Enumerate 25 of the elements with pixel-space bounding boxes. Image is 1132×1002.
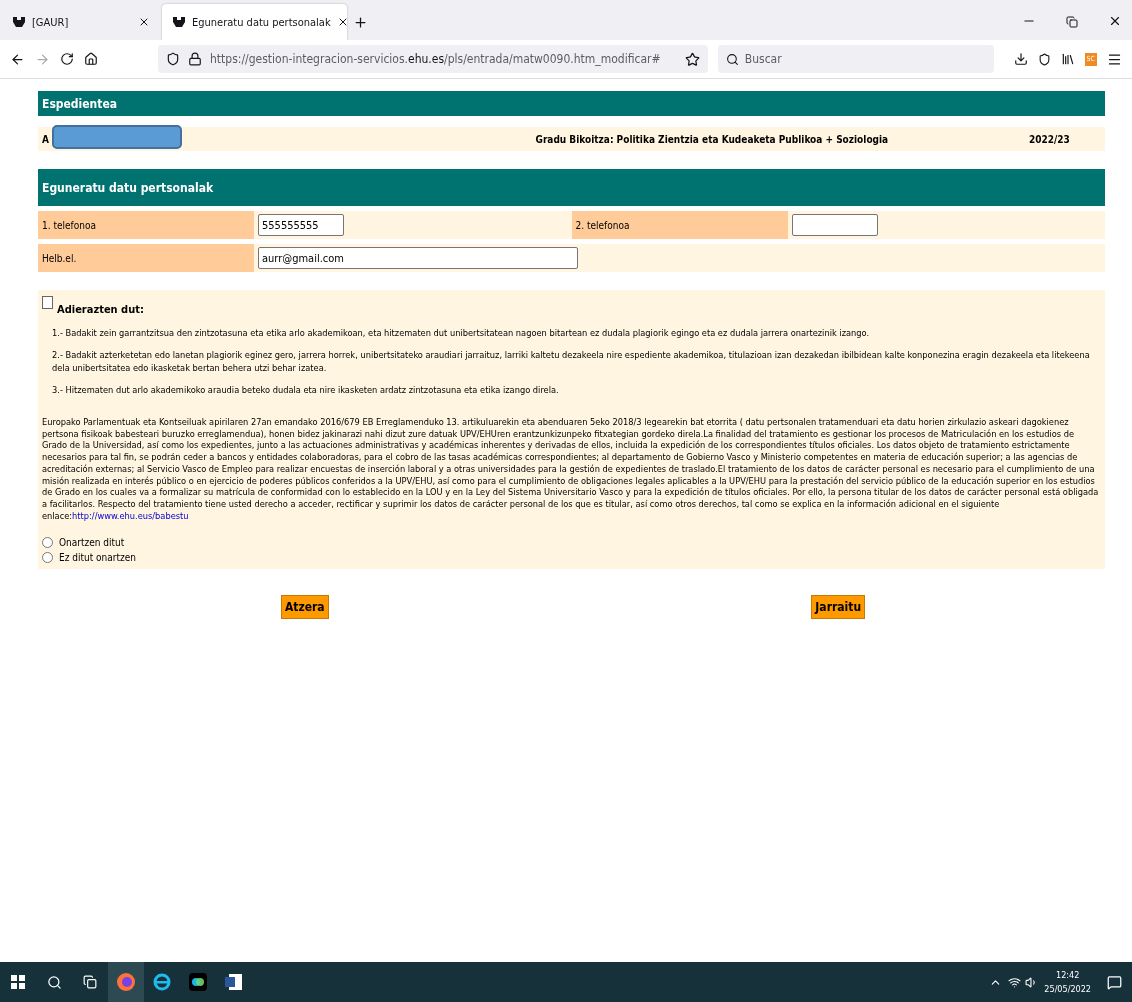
declaration-item: 3.- Hitzematen dut arlo akademikoko araudia beteko dudala eta nire ikasketen ardatz zintzotasuna eta etika izango direla. [52, 383, 560, 396]
browser-tab[interactable]: Eguneratu datu pertsonalak [162, 4, 347, 40]
browser-tab[interactable]: [GAUR] [2, 4, 160, 40]
field-label: 1. telefonoa [38, 211, 254, 239]
radio-label: Onartzen ditut [59, 537, 125, 549]
section-header: Espedientea [38, 91, 1105, 116]
field-label: Helb.el. [38, 244, 254, 272]
clock[interactable]: 12:42 25/05/2022 [1044, 968, 1091, 996]
academic-year: 2022/23 [1028, 133, 1071, 145]
declaration-item: 1.- Badakit zein garrantzitsua den zintzotasuna eta etika arlo akademikoan, eta hitzematen dut unibertsitatean nagoen bitartean ez dudala plagiorik egingo eta ez dudala jarrera onartezinik izango. [52, 326, 871, 339]
declaration-item: 2.- Badakit azterketetan edo lanetan plagiorik eginez gero, jarrera horrek, unibertsitateko araudiari jarraituz, larriki kaltetu dezakeela nire espediente akademikoa, titulazioan izan dezakedan ibilbidean kalte konponezina eragin dezakeela eta litekeena dela unibertsitatea edo ikasketak bertan behera utzi behar izatea. [52, 348, 1091, 374]
field-label: 2. telefonoa [571, 211, 788, 239]
radio-label: Ez ditut onartzen [59, 552, 136, 564]
degree-name: Gradu Bikoitza: Politika Zientzia eta Kudeaketa Publikoa + Soziologia [534, 133, 890, 145]
student-name: A [41, 133, 50, 145]
input-field[interactable]: 555555555 [258, 214, 344, 236]
action-button[interactable]: Atzera [280, 595, 329, 620]
declaration-title: Adierazten dut: [57, 303, 144, 316]
input-field[interactable]: aurr@gmail.com [258, 247, 578, 269]
address-bar[interactable]: https://gestion-integracion-servicios.ehu.es/pls/entrada/matw0090.htm_modificar# [158, 45, 708, 73]
section-header: Eguneratu datu pertsonalak [38, 169, 1105, 206]
search-field[interactable]: Buscar [717, 45, 994, 73]
legal-notice: Europako Parlamentuak eta Kontseiluak apirilaren 27an emandako 2016/679 EB Erreglamenduko 13. artikuluarekin eta abenduaren 5eko 2018/3 legearekin bat etorrita ( datu pertsonalen tratamenduari eta datu horien zirkulazio askeari dagokienez pertsona fisikoak babesteari buruzko erreglamendua), honen bidez jakinarazi nahi dizut zure datuak UPV/EHUren erantzunkizunpeko fitxategian gordeko direla.La finalidad del tratamiento es gestionar los procesos de Matriculación en los estudios de Grado de la Universidad, así como los expedientes, junto a las actuaciones administrativas y académicas inherentes y derivadas de ellos, incluida la expedición de los correspondientes títulos oficiales. Los datos objeto de tratamiento estrictamente necesarios para tal fin, se podrán ceder a bancos y entidades colaboradoras, para el cobro de las tasas académicas correspondientes; al departamento de Gobierno Vasco y Ministerio competentes en materia de educación superior; a las agencias de acreditación externas; al Servicio Vasco de Empleo para realizar encuestas de inserción laboral y a otras universidades para la gestión de expedientes de traslado.El tratamiento de los datos de carácter personal es necesario para el cumplimiento de una misión realizada en interés público o en ejercicio de poderes públicos conferidos a la UPV/EHU, así como para el cumplimiento de obligaciones legales aplicables a la UPV/EHU para la prestación del servicio público de la educación superior en los estudios de Grado en los cuales va a formalizar su matrícula de conformidad con lo establecido en la LOU y en la Ley del Sistema Universitario Vasco y para la expedición de títulos oficiales. Por ello, la persona titular de los datos de carácter personal está obligada a facilitarlos. Respecto del tratamiento tiene usted derecho a acceder, rectificar y suprimir los datos de carácter personal de los que es titular, así como otros derechos, tal como se explica en la información adicional en el siguiente enlace:http://www.ehu.eus/babestu [42, 416, 1100, 522]
privacy-link[interactable]: http://www.ehu.eus/babestu [72, 509, 189, 521]
action-button[interactable]: Jarraitu [811, 595, 866, 620]
